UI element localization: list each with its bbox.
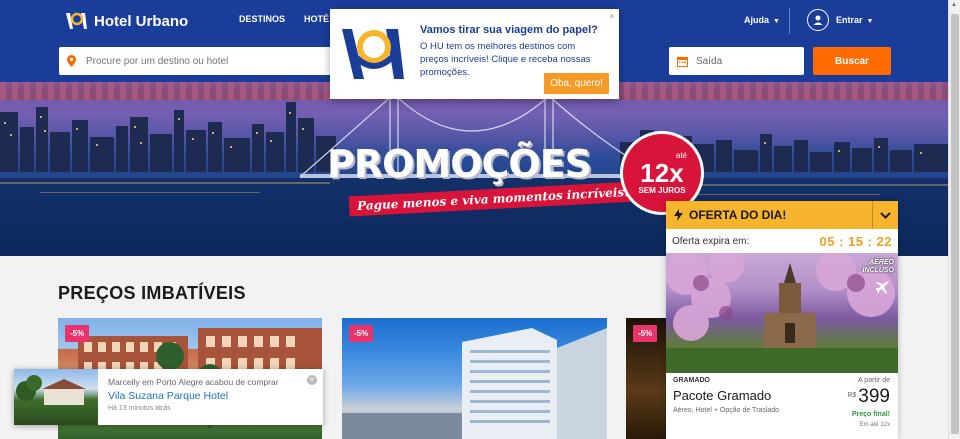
badge-sub: SEM JUROS <box>638 186 686 195</box>
logo-text: Hotel Urbano <box>94 12 189 30</box>
badge-line-2: INCLUSO <box>862 267 895 274</box>
caret-down-icon: ▼ <box>773 18 780 25</box>
page-scrollbar[interactable]: ▲ <box>948 0 960 439</box>
discount-badge: -5% <box>65 325 90 342</box>
close-icon[interactable]: × <box>609 12 614 21</box>
countdown-value: 05 : 15 : 22 <box>819 233 892 249</box>
hu-logo-icon <box>342 29 404 79</box>
checkout-label: Saída <box>696 55 723 67</box>
subscribe-button[interactable]: Oba, quero! <box>544 73 609 94</box>
destination-input[interactable] <box>86 55 316 67</box>
promo-title: PROMOÇÕES <box>327 142 592 186</box>
chevron-down-icon[interactable] <box>872 201 898 229</box>
hotel-thumbnail <box>14 369 98 425</box>
offer-countdown: Oferta expira em: 05 : 15 : 22 <box>666 229 898 253</box>
checkout-date-field[interactable]: Saída <box>669 47 804 75</box>
scroll-up-icon[interactable]: ▲ <box>951 2 957 8</box>
nav-hoteis[interactable]: HOTÉ <box>304 14 329 24</box>
final-price-label: Preço final! <box>851 411 890 418</box>
gramado-photo: AÉREO INCLUSO <box>666 253 898 373</box>
airplane-icon <box>876 281 889 294</box>
scrollbar-thumb[interactable] <box>951 14 959 434</box>
badge-main: 12x <box>640 158 684 188</box>
popup-title: Vamos tirar sua viagem do papel? <box>420 24 598 36</box>
installments-label: Em até 12x <box>859 422 890 428</box>
user-icon[interactable] <box>807 9 829 31</box>
location-pin-icon <box>67 55 76 67</box>
notification-hotel-link[interactable]: Vila Suzana Parque Hotel <box>108 390 228 402</box>
nav-destinos[interactable]: DESTINOS <box>239 14 285 24</box>
caret-down-icon: ▼ <box>866 18 874 25</box>
discount-badge: -5% <box>633 325 658 342</box>
login-label: Entrar <box>836 15 863 25</box>
offer-price: R$ 399 <box>847 386 890 408</box>
deal-card[interactable]: -5% <box>626 318 666 439</box>
hotel-urbano-logo[interactable]: Hotel Urbano <box>64 10 188 32</box>
currency-label: R$ <box>847 392 857 399</box>
price-value: 399 <box>858 386 890 407</box>
newsletter-popup[interactable]: × Vamos tirar sua viagem do papel? O HU … <box>330 9 619 99</box>
offer-name[interactable]: Pacote Gramado <box>673 388 771 403</box>
help-menu[interactable]: Ajuda ▼ <box>744 15 780 25</box>
hotel-tower-image <box>342 328 607 439</box>
notification-time: Há 13 minutos atrás <box>108 405 171 412</box>
air-included-badge: AÉREO INCLUSO <box>863 259 895 275</box>
offer-header[interactable]: OFERTA DO DIA! <box>666 201 898 229</box>
hotel-thumbnail-image <box>16 375 86 405</box>
daily-offer-panel[interactable]: OFERTA DO DIA! Oferta expira em: 05 : 15… <box>666 201 898 439</box>
search-button[interactable]: Buscar <box>813 47 891 75</box>
login-menu[interactable]: Entrar ▼ <box>836 15 873 25</box>
section-title: PREÇOS IMBATÍVEIS <box>58 283 246 303</box>
header-divider <box>789 8 790 34</box>
logo-icon <box>66 12 87 29</box>
deal-card[interactable]: -5% <box>342 318 607 439</box>
help-label: Ajuda <box>744 15 770 25</box>
notification-text: Marcelly em Porto Alegre acabou de compr… <box>108 377 279 387</box>
destination-search[interactable] <box>59 47 339 75</box>
person-icon <box>813 15 823 25</box>
purchase-notification[interactable]: Marcelly em Porto Alegre acabou de compr… <box>14 369 323 425</box>
price-from-label: A partir de <box>858 377 890 384</box>
discount-badge: -5% <box>349 325 374 342</box>
offer-title: OFERTA DO DIA! <box>689 208 787 222</box>
badge-line-1: AÉREO <box>869 259 894 266</box>
close-icon[interactable]: × <box>307 375 317 385</box>
offer-description: Aéreo, Hotel + Opção de Traslado <box>673 407 780 414</box>
lightning-icon <box>674 209 683 221</box>
offer-city: GRAMADO <box>673 377 710 384</box>
offer-expires-label: Oferta expira em: <box>672 235 750 247</box>
hotel-photo <box>342 318 607 439</box>
calendar-icon <box>677 56 688 67</box>
